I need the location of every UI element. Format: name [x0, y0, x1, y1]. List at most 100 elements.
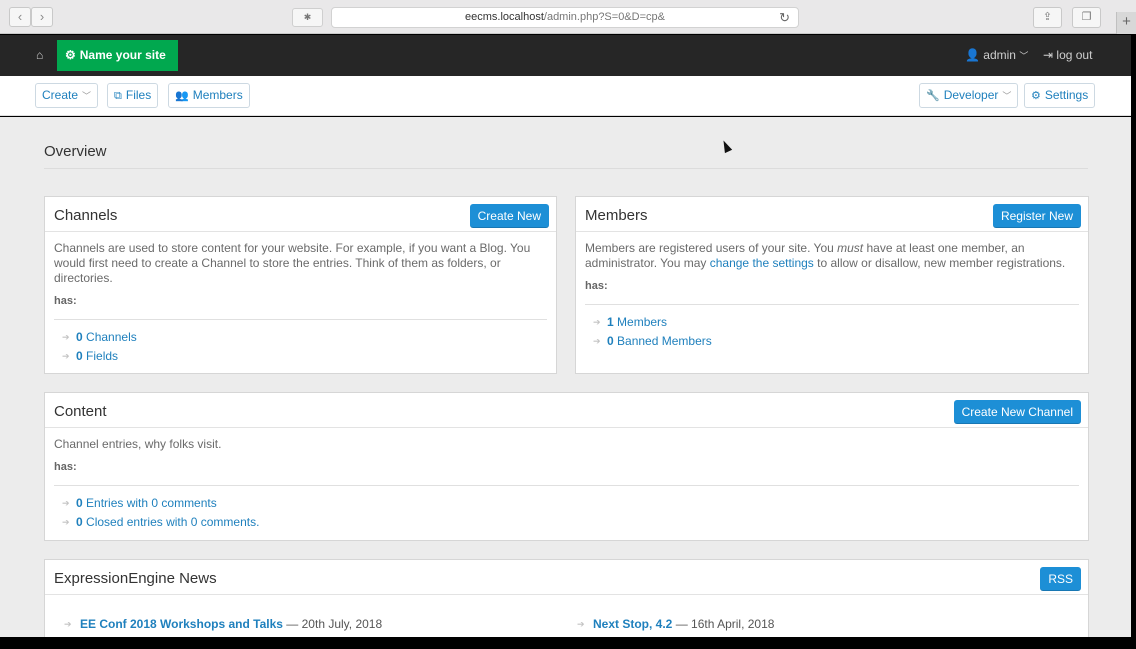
- news-link[interactable]: EE Conf 2018 Workshops and Talks: [80, 617, 283, 631]
- create-menu-button[interactable]: Create ﹀: [35, 83, 99, 108]
- logout-icon: ⇥: [1043, 48, 1054, 62]
- stat-count: 0: [76, 515, 83, 529]
- stat-count: 0: [607, 334, 614, 348]
- developer-menu-button[interactable]: 🔧 Developer ﹀: [919, 83, 1019, 108]
- chevron-left-icon: ‹: [17, 9, 23, 24]
- chevron-down-icon: ﹀: [1019, 51, 1029, 61]
- has-label: has:: [54, 295, 77, 307]
- panel-title: Channels: [54, 207, 118, 224]
- reader-icon: ✱: [303, 12, 312, 22]
- stat-list: ➔ 0 Channels ➔ 0 Fields: [54, 328, 547, 366]
- change-settings-link[interactable]: change the settings: [710, 256, 814, 270]
- panel-header: Members Register New: [576, 197, 1088, 232]
- new-tab-button[interactable]: +: [1116, 12, 1136, 34]
- settings-label: Settings: [1044, 88, 1089, 102]
- panel-header: Channels Create New: [45, 197, 556, 232]
- address-bar[interactable]: eecms.localhost/admin.php?S=0&D=cp& ↻: [331, 7, 799, 28]
- list-item[interactable]: ➔ 0 Banned Members: [585, 332, 1079, 351]
- news-date: — 16th April, 2018: [675, 617, 775, 631]
- user-name: admin: [983, 48, 1016, 62]
- reader-button[interactable]: ✱: [292, 8, 323, 27]
- list-item[interactable]: ➔ 0 Entries with 0 comments: [54, 494, 1079, 513]
- panel-title: ExpressionEngine News: [54, 570, 217, 587]
- tabs-button[interactable]: ❐: [1072, 7, 1101, 28]
- list-item[interactable]: ➔ 1 Members: [585, 313, 1079, 332]
- settings-button[interactable]: ⚙ Settings: [1024, 83, 1096, 108]
- members-label: Members: [192, 88, 243, 102]
- page-title: Overview: [44, 143, 107, 160]
- share-button[interactable]: ⇪: [1033, 7, 1062, 28]
- panel-header: Content Create New Channel: [45, 393, 1088, 428]
- divider: [585, 304, 1079, 305]
- news-item: ➔ EE Conf 2018 Workshops and Talks — 20th…: [64, 615, 382, 634]
- list-item[interactable]: ➔ 0 Fields: [54, 347, 547, 366]
- create-label: Create: [42, 88, 79, 102]
- developer-label: Developer: [943, 88, 999, 102]
- logout-link[interactable]: ⇥ log out: [1043, 48, 1092, 62]
- arrow-right-icon: ➔: [62, 498, 70, 508]
- files-button[interactable]: ⧉ Files: [107, 83, 159, 108]
- files-label: Files: [125, 88, 152, 102]
- wrench-icon: 🔧: [926, 90, 940, 102]
- stat-label: Fields: [86, 349, 119, 363]
- news-date: — 20th July, 2018: [286, 617, 383, 631]
- arrow-right-icon: ➔: [593, 336, 601, 346]
- create-new-channel-button[interactable]: Create New Channel: [953, 400, 1081, 424]
- stat-count: 1: [607, 315, 614, 329]
- window-edge: [1131, 35, 1136, 649]
- rss-button[interactable]: RSS: [1040, 567, 1081, 591]
- news-link[interactable]: Next Stop, 4.2: [593, 617, 672, 631]
- gear-icon: ⚙: [1031, 90, 1041, 102]
- desc-emphasis: must: [837, 241, 864, 255]
- news-item: ➔ Next Stop, 4.2 — 16th April, 2018: [577, 615, 774, 634]
- panel-body: Channel entries, why folks visit. has: ➔…: [45, 428, 1088, 532]
- members-panel: Members Register New Members are registe…: [575, 196, 1089, 374]
- stat-count: 0: [76, 496, 83, 510]
- divider: [54, 485, 1079, 486]
- panel-body: Channels are used to store content for y…: [45, 232, 556, 366]
- user-menu[interactable]: 👤 admin ﹀: [965, 48, 1028, 62]
- stat-count: 0: [76, 349, 83, 363]
- panel-description: Channel entries, why folks visit.: [54, 437, 222, 451]
- site-name-label: Name your site: [79, 48, 166, 62]
- site-name-button[interactable]: ⚙ Name your site: [57, 40, 178, 71]
- back-button[interactable]: ‹: [9, 7, 31, 27]
- chevron-down-icon: ﹀: [82, 91, 92, 101]
- panel-description: Channels are used to store content for y…: [54, 241, 531, 285]
- news-list: ➔ Next Stop, 4.2 — 16th April, 2018: [577, 615, 774, 634]
- gear-icon: ⚙: [65, 48, 76, 62]
- panel-body: Members are registered users of your sit…: [576, 232, 1088, 351]
- tabs-icon: ❐: [1081, 11, 1092, 23]
- news-panel: ExpressionEngine News RSS ➔ EE Conf 2018 …: [44, 559, 1089, 637]
- list-item[interactable]: ➔ 0 Closed entries with 0 comments.: [54, 513, 1079, 532]
- reload-icon[interactable]: ↻: [779, 8, 790, 27]
- stat-list: ➔ 0 Entries with 0 comments ➔ 0 Closed ent…: [54, 494, 1079, 532]
- stat-label: Entries with 0 comments: [86, 496, 217, 510]
- stat-label: Members: [617, 315, 668, 329]
- stat-count: 0: [76, 330, 83, 344]
- logout-label: log out: [1056, 48, 1093, 62]
- url-host: eecms.localhost: [465, 11, 544, 23]
- chevron-down-icon: ﹀: [1002, 91, 1012, 101]
- arrow-right-icon: ➔: [593, 317, 601, 327]
- user-icon: 👤: [965, 48, 980, 62]
- arrow-right-icon: ➔: [64, 619, 72, 629]
- divider: [54, 319, 547, 320]
- news-list: ➔ EE Conf 2018 Workshops and Talks — 20th…: [64, 615, 382, 634]
- stat-label: Channels: [86, 330, 137, 344]
- browser-chrome: ‹ › ✱ eecms.localhost/admin.php?S=0&D=cp…: [0, 0, 1136, 34]
- members-button[interactable]: 👥 Members: [168, 83, 250, 108]
- register-member-button[interactable]: Register New: [992, 204, 1081, 228]
- divider: [44, 168, 1088, 169]
- list-item[interactable]: ➔ 0 Channels: [54, 328, 547, 347]
- content-panel: Content Create New Channel Channel entri…: [44, 392, 1089, 541]
- desc-text: to allow or disallow, new member registr…: [813, 256, 1066, 270]
- forward-button[interactable]: ›: [31, 7, 53, 27]
- arrow-right-icon: ➔: [62, 332, 70, 342]
- stat-label: Banned Members: [617, 334, 712, 348]
- panel-title: Members: [585, 207, 648, 224]
- create-channel-button[interactable]: Create New: [469, 204, 549, 228]
- stat-label: Closed entries with 0 comments.: [86, 515, 260, 529]
- home-icon[interactable]: ⌂: [36, 48, 43, 62]
- has-label: has:: [585, 280, 608, 292]
